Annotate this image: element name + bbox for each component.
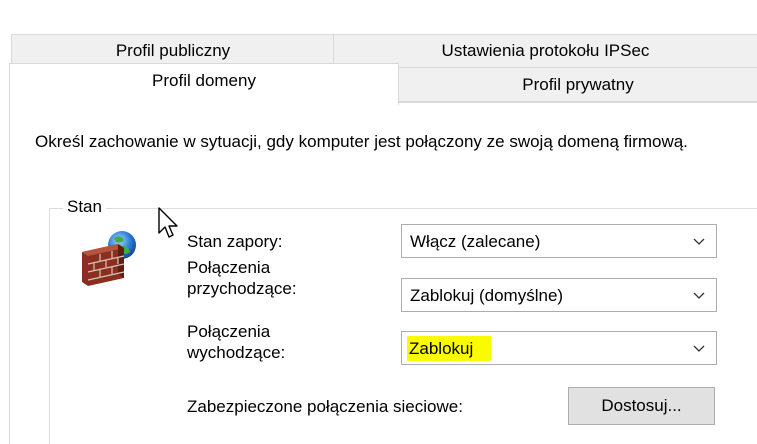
chevron-down-icon	[693, 238, 705, 245]
protected-connections-label: Zabezpieczone połączenia sieciowe:	[187, 397, 463, 416]
outbound-connections-label: Połączenia wychodzące:	[187, 321, 285, 363]
firewall-state-value: Włącz (zalecane)	[410, 232, 541, 251]
firewall-globe-icon	[82, 231, 136, 286]
inbound-label-line2: przychodzące:	[187, 279, 297, 298]
profile-description: Określ zachowanie w sytuacji, gdy komput…	[35, 132, 688, 151]
inbound-connections-label: Połączenia przychodzące:	[187, 257, 297, 299]
inbound-connections-dropdown[interactable]: Zablokuj (domyślne)	[401, 278, 717, 312]
outbound-label-line1: Połączenia	[187, 322, 271, 341]
outbound-connections-dropdown[interactable]: Zablokuj	[401, 331, 717, 365]
chevron-down-icon	[693, 292, 705, 299]
outbound-connections-value: Zablokuj	[407, 336, 492, 361]
tab-domain-profile[interactable]: Profil domeny	[9, 63, 399, 105]
inbound-connections-value: Zablokuj (domyślne)	[410, 286, 564, 305]
firewall-state-dropdown[interactable]: Włącz (zalecane)	[401, 224, 717, 258]
tab-private-profile[interactable]: Profil prywatny	[398, 67, 757, 102]
state-group-legend: Stan	[63, 196, 106, 218]
chevron-down-icon	[693, 345, 705, 352]
mouse-cursor-icon	[158, 207, 178, 238]
outbound-label-line2: wychodzące:	[187, 343, 286, 362]
inbound-label-line1: Połączenia	[187, 258, 271, 277]
customize-button[interactable]: Dostosuj...	[568, 387, 715, 425]
firewall-state-label: Stan zapory:	[187, 232, 283, 251]
